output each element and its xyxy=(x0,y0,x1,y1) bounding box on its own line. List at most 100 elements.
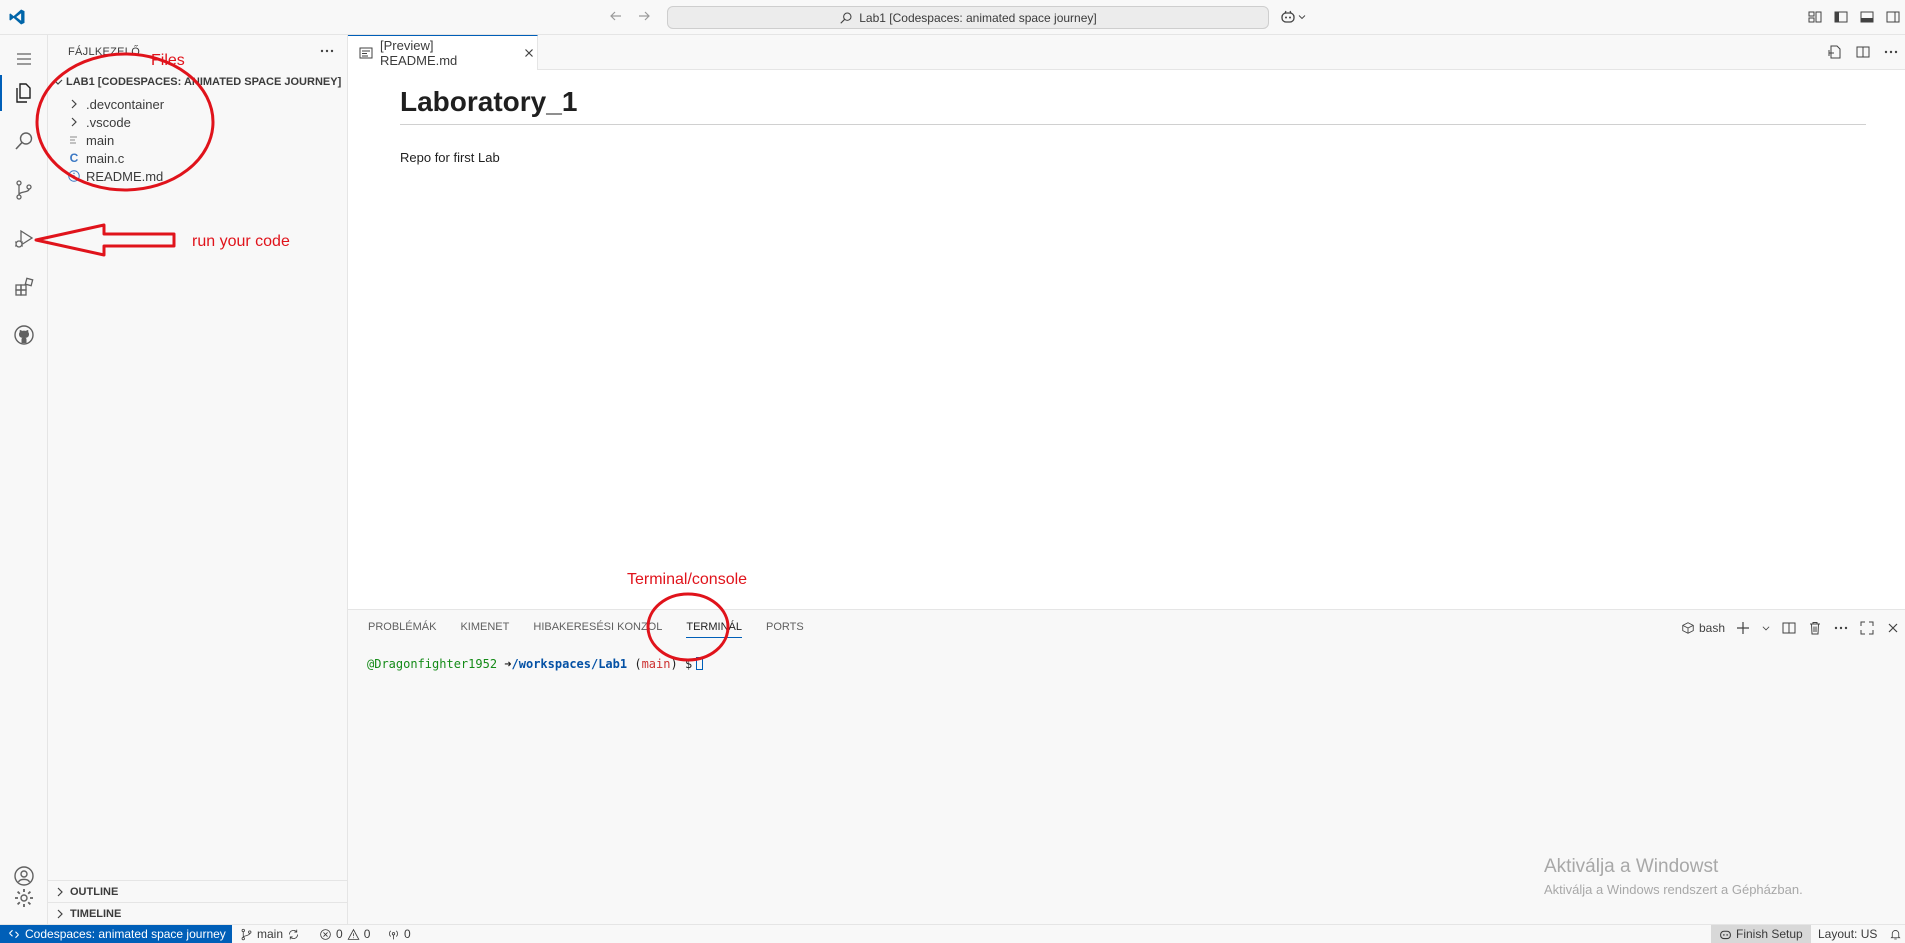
bell-icon[interactable] xyxy=(1889,928,1902,941)
editor-tab-bar: [Preview] README.md xyxy=(348,35,1905,70)
extensions-button[interactable] xyxy=(0,263,48,311)
source-control-icon xyxy=(240,928,253,941)
sync-icon[interactable] xyxy=(287,928,300,941)
markdown-paragraph: Repo for first Lab xyxy=(400,150,500,165)
more-actions-icon[interactable] xyxy=(1833,620,1849,636)
run-annotation-label: run your code xyxy=(192,233,290,250)
copilot-icon xyxy=(1719,928,1732,941)
new-terminal-icon[interactable] xyxy=(1735,620,1751,636)
chevron-right-icon xyxy=(52,906,68,922)
markdown-preview: Laboratory_1 Repo for first Lab xyxy=(348,70,1905,609)
chevron-down-icon[interactable] xyxy=(1761,620,1771,636)
finish-setup-button[interactable]: Finish Setup xyxy=(1711,925,1811,943)
layout-controls xyxy=(1807,9,1905,25)
keyboard-layout-status[interactable]: Layout: US xyxy=(1818,925,1902,943)
search-icon xyxy=(12,129,36,153)
tree-item-label: .devcontainer xyxy=(86,96,165,112)
settings-button[interactable] xyxy=(0,876,48,920)
split-terminal-icon[interactable] xyxy=(1781,620,1797,636)
extensions-icon xyxy=(12,275,36,299)
run-debug-button[interactable] xyxy=(0,215,48,263)
toggle-panel-icon[interactable] xyxy=(1859,9,1875,25)
c-language-icon: C xyxy=(69,151,79,165)
panel-tab-bar: PROBLÉMÁK KIMENET HIBAKERESÉSI KONZOL TE… xyxy=(368,621,804,638)
files-annotation-label: Files xyxy=(151,52,185,69)
chevron-right-icon xyxy=(66,96,82,112)
timeline-section[interactable]: TIMELINE xyxy=(48,902,348,924)
copilot-button[interactable] xyxy=(1280,8,1314,26)
search-icon xyxy=(839,11,853,25)
toggle-secondary-sidebar-icon[interactable] xyxy=(1885,9,1901,25)
outline-section[interactable]: OUTLINE xyxy=(48,880,348,902)
ports-count: 0 xyxy=(404,927,411,941)
explorer-button[interactable] xyxy=(0,69,48,117)
finish-setup-label: Finish Setup xyxy=(1736,927,1803,941)
copilot-icon xyxy=(1280,9,1296,25)
prompt-dollar: $ xyxy=(684,657,693,671)
tree-item-readme[interactable]: README.md xyxy=(48,165,348,187)
tab-debug-console[interactable]: HIBAKERESÉSI KONZOL xyxy=(533,621,662,638)
vscode-logo-icon[interactable] xyxy=(8,8,26,26)
command-center-search[interactable]: Lab1 [Codespaces: animated space journey… xyxy=(667,6,1269,29)
branch-label: main xyxy=(257,927,284,941)
layout-label: Layout: US xyxy=(1818,927,1878,941)
open-source-icon[interactable] xyxy=(1827,44,1843,60)
forward-arrow-icon[interactable] xyxy=(636,8,654,26)
close-panel-icon[interactable] xyxy=(1885,620,1901,636)
customize-layout-icon[interactable] xyxy=(1807,9,1823,25)
tab-readme-preview[interactable]: [Preview] README.md xyxy=(348,35,538,70)
warning-count: 0 xyxy=(363,927,371,941)
terminal-shell-selector[interactable]: bash xyxy=(1681,621,1725,635)
watermark-title: Aktiválja a Windowst xyxy=(1544,856,1719,877)
more-actions-icon[interactable] xyxy=(319,43,335,59)
tab-terminal[interactable]: TERMINÁL xyxy=(686,621,742,638)
sidebar-title: FÁJLKEZELŐ xyxy=(68,46,141,58)
prompt-path: /workspaces/Lab1 xyxy=(511,657,628,671)
remote-indicator[interactable]: Codespaces: animated space journey xyxy=(0,925,232,943)
source-control-button[interactable] xyxy=(0,166,48,214)
command-center-label: Lab1 [Codespaces: animated space journey… xyxy=(859,10,1097,25)
prompt-arrow: ➜ xyxy=(504,657,512,671)
trash-icon[interactable] xyxy=(1807,620,1823,636)
chevron-right-icon xyxy=(52,884,68,900)
prompt-branch: main xyxy=(641,657,671,671)
activity-bar xyxy=(0,35,48,924)
watermark-subtitle: Aktiválja a Windows rendszert a Gépházba… xyxy=(1544,882,1803,897)
back-arrow-icon[interactable] xyxy=(608,8,626,26)
tab-ports[interactable]: PORTS xyxy=(766,621,804,638)
broadcast-icon xyxy=(387,928,400,941)
workspace-name: LAB1 [CODESPACES: ANIMATED SPACE JOURNEY… xyxy=(66,76,342,88)
tab-output[interactable]: KIMENET xyxy=(460,621,509,638)
toggle-primary-sidebar-icon[interactable] xyxy=(1833,9,1849,25)
tree-item-label: main.c xyxy=(86,150,125,166)
workspace-root-folder[interactable]: LAB1 [CODESPACES: ANIMATED SPACE JOURNEY… xyxy=(48,71,348,93)
panel-actions: bash xyxy=(1681,620,1905,636)
warning-icon xyxy=(347,928,360,941)
split-editor-icon[interactable] xyxy=(1855,44,1871,60)
tree-item-label: README.md xyxy=(86,168,164,184)
close-icon[interactable] xyxy=(521,45,537,61)
terminal-annotation-label: Terminal/console xyxy=(627,571,748,588)
editor-actions xyxy=(1827,44,1899,60)
title-bar: Lab1 [Codespaces: animated space journey… xyxy=(0,0,1905,35)
ports-status[interactable]: 0 xyxy=(387,925,411,943)
bottom-panel: PROBLÉMÁK KIMENET HIBAKERESÉSI KONZOL TE… xyxy=(348,609,1905,924)
terminal-prompt[interactable]: @Dragonfighter1952 ➜/workspaces/Lab1 (ma… xyxy=(367,657,704,671)
tree-item-label: .vscode xyxy=(86,114,131,130)
shell-name: bash xyxy=(1698,621,1725,635)
chevron-right-icon xyxy=(66,114,82,130)
more-actions-icon[interactable] xyxy=(1883,44,1899,60)
tab-problems[interactable]: PROBLÉMÁK xyxy=(368,621,436,638)
source-control-icon xyxy=(12,178,36,202)
preview-icon xyxy=(358,45,374,61)
branch-status[interactable]: main xyxy=(240,925,300,943)
github-button[interactable] xyxy=(0,311,48,359)
problems-status[interactable]: 0 0 xyxy=(319,925,370,943)
hamburger-menu-icon xyxy=(12,47,36,71)
maximize-panel-icon[interactable] xyxy=(1859,620,1875,636)
tree-item-label: main xyxy=(86,132,115,148)
search-button[interactable] xyxy=(0,117,48,165)
terminal-cursor xyxy=(696,657,704,670)
file-lines-icon xyxy=(66,132,82,148)
chevron-down-icon xyxy=(1296,11,1308,23)
